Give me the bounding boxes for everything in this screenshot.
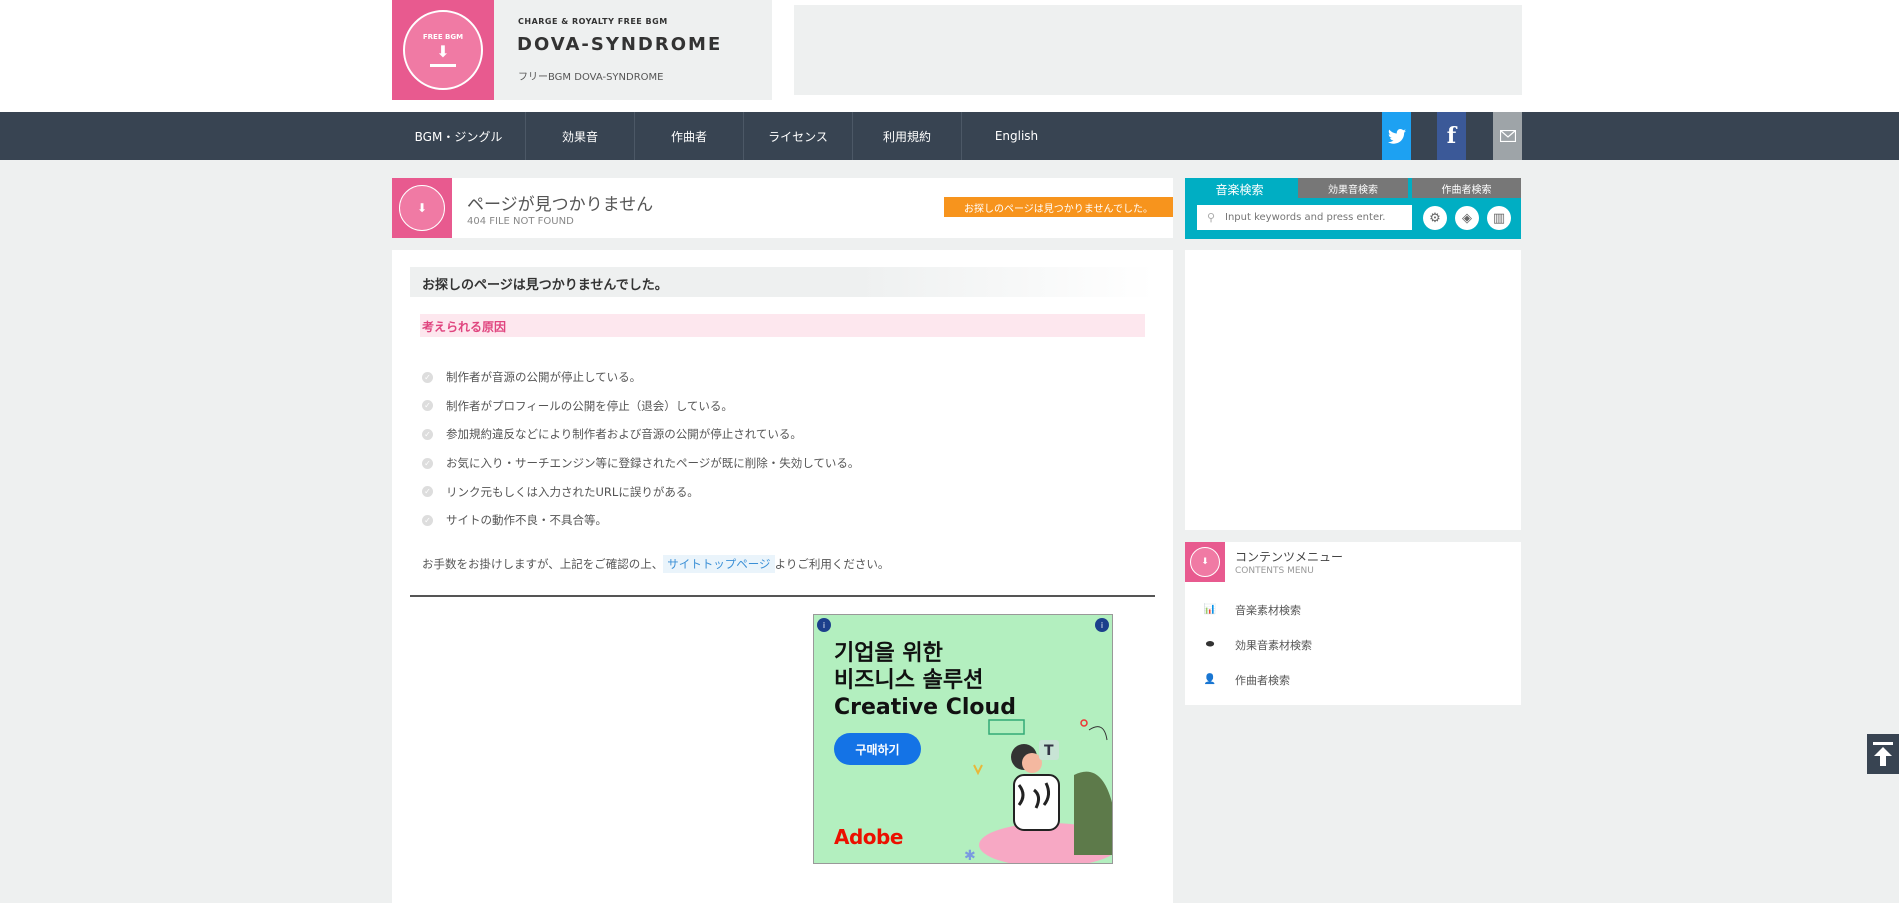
menu-item-label: 効果音素材検索 — [1235, 638, 1312, 652]
search-icon: ⚲ — [1206, 211, 1216, 224]
download-icon: ⬇ — [1190, 547, 1220, 577]
twitter-icon[interactable] — [1382, 112, 1411, 160]
tab-music-search[interactable]: 音楽検索 — [1185, 178, 1294, 200]
svg-text:✱: ✱ — [964, 848, 976, 864]
site-tagline: CHARGE & ROYALTY FREE BGM — [518, 17, 668, 26]
list-item: ✓ 参加規約違反などにより制作者および音源の公開が停止されている。 — [422, 420, 859, 449]
check-icon: ✓ — [422, 486, 433, 498]
site-header: FREE BGM ⬇ CHARGE & ROYALTY FREE BGM DOV… — [0, 0, 1899, 112]
contents-menu: ⬇ コンテンツメニュー CONTENTS MENU 📊 音楽素材検索 ⬬ 効果音素材… — [1185, 542, 1521, 705]
arrow-up-icon — [1873, 742, 1893, 766]
reason-text: サイトの動作不良・不具合等。 — [446, 513, 607, 528]
ad-choices-icon[interactable]: i — [817, 618, 831, 632]
tab-sfx-search[interactable]: 効果音検索 — [1298, 178, 1408, 198]
scroll-to-top-button[interactable] — [1867, 734, 1899, 774]
instruction-note: お手数をお掛けしますが、上記をご確認の上、 サイトトップページ よりご利用ください。 — [422, 555, 890, 573]
download-icon: ⬇ — [430, 43, 456, 67]
menu-item-music-search[interactable]: 📊 音楽素材検索 — [1185, 592, 1521, 627]
nav-item-english[interactable]: English — [962, 112, 1071, 160]
list-item: ✓ お気に入り・サーチエンジン等に登録されたページが既に削除・失効している。 — [422, 449, 859, 478]
note-text-before: お手数をお掛けしますが、上記をご確認の上、 — [422, 557, 664, 571]
site-logo-link[interactable]: FREE BGM ⬇ CHARGE & ROYALTY FREE BGM DOV… — [392, 0, 772, 100]
tab-composer-search[interactable]: 作曲者検索 — [1412, 178, 1521, 198]
nav-item-composers[interactable]: 作曲者 — [635, 112, 744, 160]
logo-emblem-text: FREE BGM — [422, 33, 464, 41]
search-panel: 音楽検索 効果音検索 作曲者検索 ⚲ ⚙ ◈ ▥ — [1185, 178, 1521, 239]
facebook-icon[interactable]: f — [1437, 112, 1466, 160]
chart-icon: 📊 — [1203, 604, 1217, 615]
nav-item-bgm[interactable]: BGM・ジングル — [392, 112, 526, 160]
divider — [410, 595, 1155, 597]
page-logo: ⬇ — [392, 178, 452, 238]
list-item: ✓ サイトの動作不良・不具合等。 — [422, 506, 859, 535]
user-icon: 👤 — [1203, 674, 1217, 685]
nav-item-license[interactable]: ライセンス — [744, 112, 853, 160]
site-top-link[interactable]: サイトトップページ — [663, 555, 775, 573]
nav-item-terms[interactable]: 利用規約 — [853, 112, 962, 160]
site-logo: FREE BGM ⬇ — [392, 0, 494, 100]
search-input[interactable] — [1225, 212, 1405, 223]
page-title: ページが見つかりません — [467, 195, 654, 215]
tag-icon[interactable]: ◈ — [1455, 206, 1479, 230]
reason-text: お気に入り・サーチエンジン等に登録されたページが既に削除・失効している。 — [446, 456, 860, 471]
page-title-bar: ⬇ ページが見つかりません 404 FILE NOT FOUND お探しのページ… — [392, 178, 1173, 238]
sidebar-ad-slot — [1185, 250, 1521, 530]
trash-icon[interactable]: ▥ — [1487, 206, 1511, 230]
ad-close-icon[interactable]: i — [1095, 618, 1109, 632]
list-item: ✓ リンク元もしくは入力されたURLに誤りがある。 — [422, 477, 859, 506]
mail-icon[interactable] — [1493, 112, 1522, 160]
list-item: ✓ 制作者がプロフィールの公開を停止（退会）している。 — [422, 392, 859, 421]
reason-text: リンク元もしくは入力されたURLに誤りがある。 — [446, 484, 699, 499]
reason-list: ✓ 制作者が音源の公開が停止している。 ✓ 制作者がプロフィールの公開を停止（退会）… — [422, 363, 859, 535]
menu-item-composer-search[interactable]: 👤 作曲者検索 — [1185, 662, 1521, 697]
reason-text: 参加規約違反などにより制作者および音源の公開が停止されている。 — [446, 427, 802, 442]
menu-item-label: 作曲者検索 — [1235, 673, 1290, 687]
note-text-after: よりご利用ください。 — [774, 557, 890, 571]
menu-item-sfx-search[interactable]: ⬬ 効果音素材検索 — [1185, 627, 1521, 662]
nav-item-sound-effects[interactable]: 効果音 — [526, 112, 635, 160]
status-badge: お探しのページは見つかりませんでした。 — [944, 197, 1173, 217]
not-found-heading: お探しのページは見つかりませんでした。 — [410, 267, 1155, 297]
logo-emblem: FREE BGM ⬇ — [403, 10, 483, 90]
cause-heading: 考えられる原因 — [420, 314, 1145, 337]
reason-text: 制作者が音源の公開が停止している。 — [446, 370, 642, 385]
search-field: ⚲ — [1197, 205, 1412, 230]
menu-item-label: 音楽素材検索 — [1235, 603, 1301, 617]
reason-text: 制作者がプロフィールの公開を停止（退会）している。 — [446, 398, 733, 413]
main-content: お探しのページは見つかりませんでした。 考えられる原因 ✓ 制作者が音源の公開が停… — [392, 250, 1173, 903]
adobe-logo: Adobe — [834, 825, 903, 849]
main-nav: BGM・ジングル 効果音 作曲者 ライセンス 利用規約 English f — [0, 112, 1899, 160]
check-icon: ✓ — [422, 428, 433, 440]
gear-icon[interactable]: ⚙ — [1423, 206, 1447, 230]
ad-illustration: T ✱ — [964, 719, 1112, 864]
check-icon: ✓ — [422, 514, 433, 526]
menu-logo: ⬇ — [1185, 542, 1225, 582]
ad-headline: 기업을 위한 비즈니스 솔루션 Creative Cloud — [834, 640, 1016, 721]
svg-text:T: T — [1044, 743, 1054, 759]
download-icon: ⬇ — [399, 185, 445, 231]
menu-title: コンテンツメニュー — [1235, 550, 1344, 564]
site-title: DOVA-SYNDROME — [517, 34, 723, 55]
ad-headline-line: 비즈니스 솔루션 — [834, 668, 984, 693]
site-subtitle: フリーBGM DOVA-SYNDROME — [518, 72, 664, 83]
list-item: ✓ 制作者が音源の公開が停止している。 — [422, 363, 859, 392]
page-subtitle: 404 FILE NOT FOUND — [467, 216, 574, 227]
menu-subtitle: CONTENTS MENU — [1235, 566, 1314, 576]
adobe-ad-banner[interactable]: i i 기업을 위한 비즈니스 솔루션 Creative Cloud 구매하기 … — [813, 614, 1113, 864]
header-ad-slot — [794, 5, 1522, 95]
ad-buy-button[interactable]: 구매하기 — [834, 733, 921, 765]
check-icon: ✓ — [422, 371, 433, 383]
check-icon: ✓ — [422, 400, 433, 412]
ad-headline-line: 기업을 위한 — [834, 641, 943, 666]
check-icon: ✓ — [422, 457, 433, 469]
disc-icon: ⬬ — [1205, 639, 1215, 650]
